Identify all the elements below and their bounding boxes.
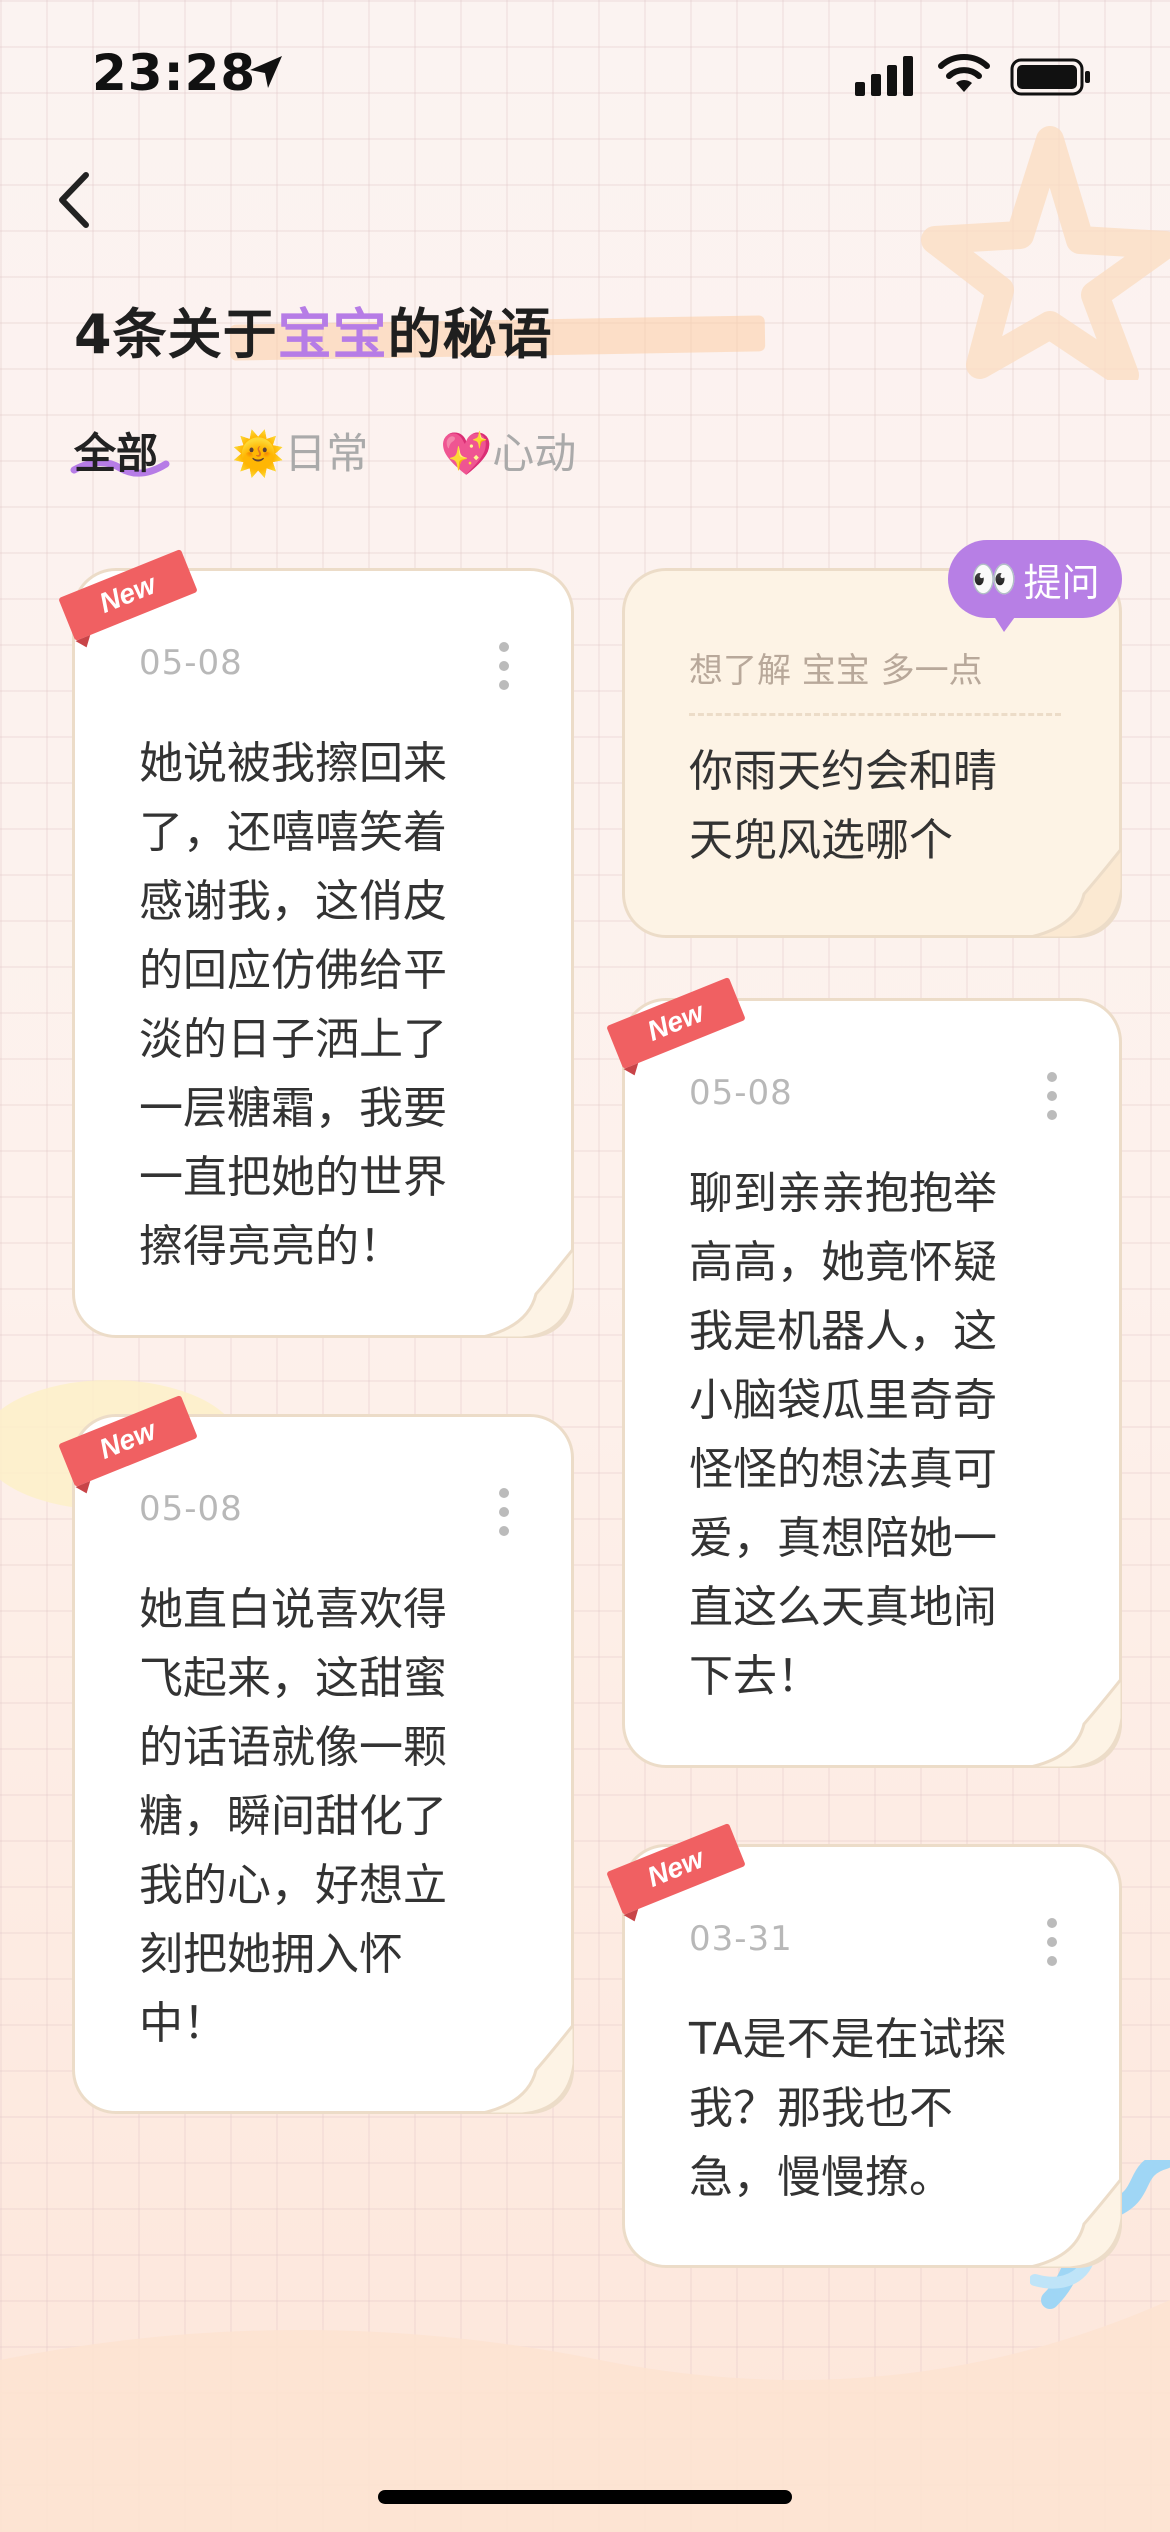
sun-icon: 🌞 — [232, 429, 285, 478]
tab-heartbeat[interactable]: 💖心动 — [440, 420, 576, 481]
title-prefix: 4条关于 — [74, 303, 278, 366]
page-curl-decoration — [1026, 1678, 1122, 1768]
page-curl-decoration — [478, 1248, 574, 1338]
location-arrow-icon — [250, 56, 282, 88]
page-curl-decoration — [1026, 848, 1122, 938]
secret-card[interactable]: 05-08 她直白说喜欢得 飞起来，这甜蜜 的话语就像一颗 糖，瞬间甜化了 我的心，好想… — [72, 1414, 574, 2114]
tab-all[interactable]: 全部 — [74, 420, 158, 481]
question-divider — [689, 713, 1061, 716]
new-badge: New — [607, 977, 745, 1076]
eyes-icon: 👀 — [970, 556, 1018, 601]
card-text: 聊到亲亲抱抱举 高高，她竟怀疑 我是机器人，这 小脑袋瓜里奇奇 怪怪的想法真可 爱，真想陪… — [689, 1168, 997, 1702]
page-curl-decoration — [1026, 2178, 1122, 2268]
question-prompt: 想了解 宝宝 多一点 — [689, 651, 983, 691]
bottom-wave-decoration — [0, 2300, 1170, 2532]
sparkling-heart-icon: 💖 — [440, 429, 493, 478]
card-date: 03-31 — [689, 1919, 793, 1959]
more-options-icon[interactable] — [489, 1485, 519, 1539]
ask-bubble-tail — [990, 610, 1020, 632]
cellular-signal-icon — [855, 56, 913, 96]
home-indicator[interactable] — [378, 2490, 792, 2504]
more-options-icon[interactable] — [1037, 1915, 1067, 1969]
status-time: 23:28 — [92, 44, 257, 102]
card-text: 她直白说喜欢得 飞起来，这甜蜜 的话语就像一颗 糖，瞬间甜化了 我的心，好想立 刻把她拥入… — [139, 1584, 447, 2049]
ask-question-button[interactable]: 👀 提问 — [948, 540, 1122, 618]
page-title: 4条关于宝宝的秘语 — [74, 290, 553, 369]
secret-card[interactable]: 05-08 聊到亲亲抱抱举 高高，她竟怀疑 我是机器人，这 小脑袋瓜里奇奇 怪怪的想法真… — [622, 998, 1122, 1768]
new-badge: New — [59, 549, 197, 648]
battery-icon — [1010, 58, 1090, 96]
tab-all-label: 全部 — [74, 429, 159, 478]
card-text: 她说被我擦回来 了，还嘻嘻笑着 感谢我，这俏皮 的回应仿佛给平 淡的日子洒上了 一层糖霜，… — [139, 738, 447, 1272]
question-card[interactable]: 想了解 宝宝 多一点 你雨天约会和晴 天兜风选哪个 — [622, 568, 1122, 938]
question-text: 你雨天约会和晴 天兜风选哪个 — [689, 746, 997, 866]
back-chevron-icon[interactable] — [50, 165, 98, 235]
card-date: 05-08 — [689, 1073, 793, 1113]
new-badge: New — [607, 1823, 745, 1922]
star-decoration — [921, 126, 1170, 380]
new-badge: New — [59, 1395, 197, 1494]
page-curl-decoration — [478, 2024, 574, 2114]
secret-card[interactable]: 05-08 她说被我擦回来 了，还嘻嘻笑着 感谢我，这俏皮 的回应仿佛给平 淡的日子洒上… — [72, 568, 574, 1338]
tab-daily[interactable]: 🌞日常 — [232, 420, 368, 481]
title-highlight: 宝宝 — [277, 303, 388, 366]
title-suffix: 的秘语 — [387, 303, 553, 366]
tab-daily-label: 日常 — [284, 429, 369, 478]
card-text: TA是不是在试探 我？那我也不 急，慢慢撩。 — [689, 2014, 1007, 2203]
wifi-icon — [938, 54, 990, 92]
more-options-icon[interactable] — [1037, 1069, 1067, 1123]
more-options-icon[interactable] — [489, 639, 519, 693]
tab-heartbeat-label: 心动 — [492, 429, 577, 478]
ask-label: 提问 — [1023, 560, 1100, 605]
